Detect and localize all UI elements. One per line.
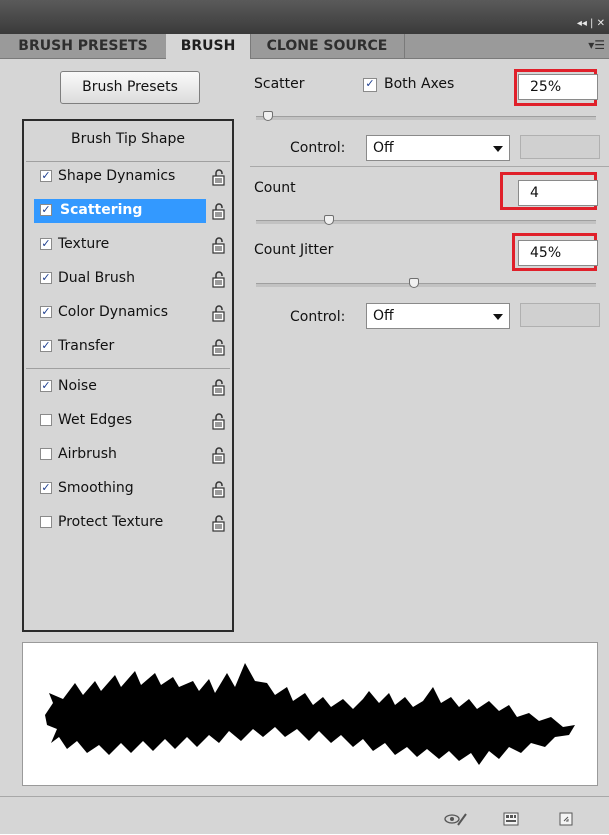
scatter-value-input[interactable]: 25% bbox=[518, 74, 598, 100]
count-jitter-slider-thumb[interactable] bbox=[409, 278, 419, 288]
count-jitter-value-input[interactable]: 45% bbox=[518, 240, 598, 266]
divider bbox=[250, 166, 609, 167]
sidebar-item-dual-brush[interactable]: ✓ Dual Brush bbox=[36, 267, 218, 291]
title-bar: ◂◂ | ✕ bbox=[0, 0, 609, 34]
sidebar-item-label: Texture bbox=[58, 236, 110, 252]
scatter-control-label: Control: bbox=[290, 140, 346, 156]
panel-menu-icon[interactable]: ▾☰ bbox=[588, 38, 605, 52]
create-new-brush-icon[interactable] bbox=[503, 811, 519, 831]
count-jitter-label: Count Jitter bbox=[254, 242, 334, 258]
sidebar-item-checkbox[interactable]: ✓ bbox=[40, 482, 52, 494]
tab-clone-source[interactable]: CLONE SOURCE bbox=[250, 34, 405, 58]
brush-options-list: Brush Tip Shape ✓ Shape Dynamics ✓ Scatteri… bbox=[22, 119, 234, 632]
scatter-slider-thumb[interactable] bbox=[262, 111, 273, 121]
sidebar-item-texture[interactable]: ✓ Texture bbox=[36, 233, 218, 257]
sidebar-item-wet-edges[interactable]: Wet Edges bbox=[36, 409, 218, 433]
sidebar-item-label: Airbrush bbox=[58, 446, 117, 462]
sidebar-item-checkbox[interactable]: ✓ bbox=[40, 340, 52, 352]
panel-footer bbox=[0, 796, 609, 835]
count-slider-thumb[interactable] bbox=[324, 215, 334, 225]
new-preset-icon[interactable] bbox=[558, 811, 574, 831]
brush-stroke-preview bbox=[22, 642, 598, 786]
brush-panel: ◂◂ | ✕ BRUSH PRESETS BRUSH CLONE SOURCE … bbox=[0, 0, 609, 834]
chevron-down-icon bbox=[493, 146, 503, 152]
lock-icon[interactable] bbox=[212, 480, 226, 498]
sidebar-item-label: Scattering bbox=[60, 202, 143, 218]
brush-tip-shape-item[interactable]: Brush Tip Shape bbox=[24, 131, 232, 147]
sidebar-item-label: Transfer bbox=[58, 338, 115, 354]
sidebar-item-color-dynamics[interactable]: ✓ Color Dynamics bbox=[36, 301, 218, 325]
scatter-control-fade-input bbox=[520, 135, 600, 159]
window-controls[interactable]: ◂◂ | ✕ bbox=[577, 18, 605, 29]
count-slider-track[interactable] bbox=[256, 220, 596, 224]
sidebar-item-protect-texture[interactable]: Protect Texture bbox=[36, 511, 218, 535]
sidebar-item-label: Protect Texture bbox=[58, 514, 164, 530]
sidebar-item-label: Shape Dynamics bbox=[58, 168, 176, 184]
sidebar-item-checkbox[interactable]: ✓ bbox=[40, 272, 52, 284]
tab-brush[interactable]: BRUSH bbox=[166, 34, 251, 59]
lock-icon[interactable] bbox=[212, 236, 226, 254]
tab-brush-presets[interactable]: BRUSH PRESETS bbox=[0, 34, 167, 58]
brush-stroke-image bbox=[45, 663, 575, 765]
scatter-label: Scatter bbox=[254, 76, 305, 92]
sidebar-item-label: Noise bbox=[58, 378, 97, 394]
jitter-control-select[interactable]: Off bbox=[366, 303, 510, 329]
sidebar-item-shape-dynamics[interactable]: ✓ Shape Dynamics bbox=[36, 165, 218, 189]
sidebar-item-scattering[interactable]: ✓ Scattering bbox=[34, 199, 206, 223]
sidebar-item-checkbox[interactable] bbox=[40, 414, 52, 426]
lock-icon[interactable] bbox=[212, 168, 226, 186]
sidebar-item-airbrush[interactable]: Airbrush bbox=[36, 443, 218, 467]
jitter-control-fade-input bbox=[520, 303, 600, 327]
jitter-control-label: Control: bbox=[290, 309, 346, 325]
sidebar-item-checkbox[interactable]: ✓ bbox=[40, 238, 52, 250]
lock-icon[interactable] bbox=[212, 270, 226, 288]
lock-icon[interactable] bbox=[212, 412, 226, 430]
lock-icon[interactable] bbox=[212, 514, 226, 532]
scatter-control-select[interactable]: Off bbox=[366, 135, 510, 161]
sidebar-item-label: Color Dynamics bbox=[58, 304, 169, 320]
jitter-control-value: Off bbox=[373, 308, 394, 324]
lock-icon[interactable] bbox=[212, 446, 226, 464]
lock-icon[interactable] bbox=[212, 202, 226, 220]
toggle-live-tip-preview-icon[interactable] bbox=[444, 811, 468, 831]
brush-presets-button[interactable]: Brush Presets bbox=[60, 71, 200, 104]
sidebar-item-noise[interactable]: ✓ Noise bbox=[36, 375, 218, 399]
sidebar-item-label: Smoothing bbox=[58, 480, 134, 496]
sidebar-item-checkbox[interactable]: ✓ bbox=[40, 380, 52, 392]
sidebar-item-label: Wet Edges bbox=[58, 412, 133, 428]
lock-icon[interactable] bbox=[212, 338, 226, 356]
divider bbox=[26, 161, 230, 162]
sidebar-item-checkbox[interactable]: ✓ bbox=[40, 306, 52, 318]
count-jitter-slider-track[interactable] bbox=[256, 283, 596, 287]
lock-icon[interactable] bbox=[212, 304, 226, 322]
sidebar-item-label: Dual Brush bbox=[58, 270, 135, 286]
sidebar-item-smoothing[interactable]: ✓ Smoothing bbox=[36, 477, 218, 501]
both-axes-checkbox[interactable]: ✓ bbox=[363, 78, 377, 92]
both-axes-label: Both Axes bbox=[384, 76, 455, 92]
lock-icon[interactable] bbox=[212, 378, 226, 396]
sidebar-item-checkbox[interactable] bbox=[40, 448, 52, 460]
chevron-down-icon bbox=[493, 314, 503, 320]
count-label: Count bbox=[254, 180, 296, 196]
scatter-slider-track[interactable] bbox=[256, 116, 596, 120]
divider bbox=[26, 368, 230, 369]
sidebar-item-checkbox[interactable] bbox=[40, 516, 52, 528]
scatter-control-value: Off bbox=[373, 140, 394, 156]
sidebar-item-checkbox[interactable]: ✓ bbox=[40, 170, 52, 182]
count-value-input[interactable]: 4 bbox=[518, 180, 598, 206]
sidebar-item-checkbox[interactable]: ✓ bbox=[40, 204, 52, 216]
tab-bar: BRUSH PRESETS BRUSH CLONE SOURCE bbox=[0, 34, 609, 59]
sidebar-item-transfer[interactable]: ✓ Transfer bbox=[36, 335, 218, 359]
